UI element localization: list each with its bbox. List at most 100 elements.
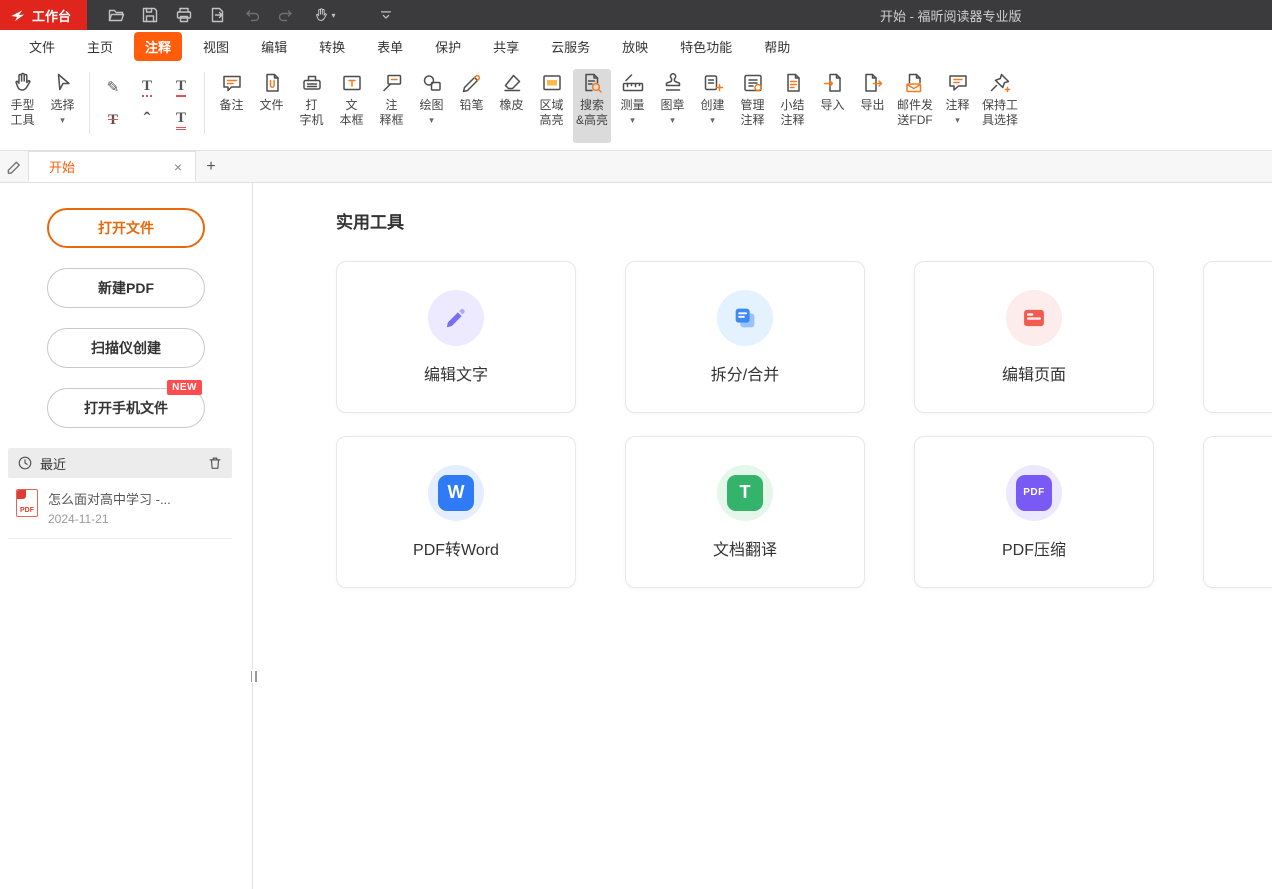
quick-access-toolbar: ▾ bbox=[99, 6, 403, 24]
chevron-down-icon: ▾ bbox=[670, 115, 675, 125]
ribbon-typewriter[interactable]: 打 字机 bbox=[293, 69, 330, 143]
doc-translate-icon: T bbox=[717, 465, 773, 521]
search-highlight-icon bbox=[580, 70, 604, 96]
ribbon-select[interactable]: 选择 ▾ bbox=[44, 69, 81, 143]
menu-home[interactable]: 主页 bbox=[76, 32, 124, 61]
menubar: 文件 主页 注释 视图 编辑 转换 表单 保护 共享 云服务 放映 特色功能 帮… bbox=[0, 30, 1272, 62]
ribbon-comment[interactable]: 注释 ▾ bbox=[939, 69, 976, 143]
insert-text-icon[interactable]: ˆ bbox=[132, 105, 162, 135]
open-file-icon[interactable] bbox=[107, 6, 125, 24]
edit-pages-icon bbox=[1006, 290, 1062, 346]
card-edit-pages[interactable]: 编辑页面 bbox=[914, 261, 1154, 413]
menu-convert[interactable]: 转换 bbox=[308, 32, 356, 61]
ribbon-file-attachment[interactable]: 文件 bbox=[253, 69, 290, 143]
menu-view[interactable]: 视图 bbox=[192, 32, 240, 61]
underline-icon[interactable]: T bbox=[166, 73, 196, 103]
ribbon-export[interactable]: 导出 bbox=[854, 69, 891, 143]
ribbon-measure[interactable]: 测量 ▾ bbox=[614, 69, 651, 143]
scanner-create-button[interactable]: 扫描仪创建 bbox=[47, 328, 205, 368]
squiggly-underline-icon[interactable]: T bbox=[132, 73, 162, 103]
export-doc-icon bbox=[861, 70, 885, 96]
new-tab-button[interactable]: + bbox=[196, 151, 226, 182]
redo-icon[interactable] bbox=[277, 6, 295, 24]
ribbon-textbox[interactable]: 文 本框 bbox=[333, 69, 370, 143]
highlight-icon[interactable]: ✎ bbox=[98, 73, 128, 103]
card-split-merge[interactable]: 拆分/合并 bbox=[625, 261, 865, 413]
ribbon-summarize-comments[interactable]: 小结 注释 bbox=[774, 69, 811, 143]
ribbon-create[interactable]: 创建 ▾ bbox=[694, 69, 731, 143]
ribbon-hand-tool[interactable]: 手型 工具 bbox=[4, 69, 41, 143]
splitter-handle[interactable] bbox=[248, 669, 259, 683]
workspace-label: 工作台 bbox=[32, 6, 71, 25]
foxit-logo-icon bbox=[10, 8, 25, 23]
callout-icon bbox=[380, 70, 404, 96]
note-bubble-icon bbox=[220, 70, 244, 96]
content-area: 打开文件 新建PDF 扫描仪创建 打开手机文件 NEW 最近 PDF 怎么面对高… bbox=[0, 183, 1272, 889]
stamp-icon bbox=[661, 70, 685, 96]
export-icon[interactable] bbox=[209, 6, 227, 24]
window-title: 开始 - 福昕阅读器专业版 bbox=[880, 0, 1022, 30]
import-icon bbox=[821, 70, 845, 96]
area-highlight-icon bbox=[540, 70, 564, 96]
ribbon-drawing[interactable]: 绘图 ▾ bbox=[413, 69, 450, 143]
tool-card-partial[interactable] bbox=[1203, 436, 1272, 588]
close-icon[interactable]: × bbox=[171, 159, 185, 175]
ribbon-divider bbox=[89, 72, 90, 134]
card-pdf-to-word[interactable]: W PDF转Word bbox=[336, 436, 576, 588]
clock-icon bbox=[17, 455, 33, 471]
ribbon-import[interactable]: 导入 bbox=[814, 69, 851, 143]
comment-bubble-icon bbox=[946, 70, 970, 96]
ribbon-keep-tool[interactable]: 保持工 具选择 bbox=[979, 69, 1021, 143]
menu-present[interactable]: 放映 bbox=[611, 32, 659, 61]
print-icon[interactable] bbox=[175, 6, 193, 24]
open-mobile-file-button[interactable]: 打开手机文件 NEW bbox=[47, 388, 205, 428]
card-doc-translate[interactable]: T 文档翻译 bbox=[625, 436, 865, 588]
new-badge: NEW bbox=[167, 380, 202, 395]
menu-form[interactable]: 表单 bbox=[366, 32, 414, 61]
main-panel: 实用工具 编辑文字 拆分/合并 bbox=[253, 183, 1272, 889]
workspace-button[interactable]: 工作台 bbox=[0, 0, 87, 30]
ribbon-search-highlight[interactable]: 搜索 &高亮 bbox=[573, 69, 611, 143]
new-pdf-button[interactable]: 新建PDF bbox=[47, 268, 205, 308]
ribbon-manage-comments[interactable]: 管理 注释 bbox=[734, 69, 771, 143]
recent-file-item[interactable]: PDF 怎么面对高中学习 -... 2024-11-21 bbox=[8, 478, 232, 539]
menu-features[interactable]: 特色功能 bbox=[669, 32, 743, 61]
ribbon-area-highlight[interactable]: 区域 高亮 bbox=[533, 69, 570, 143]
menu-share[interactable]: 共享 bbox=[482, 32, 530, 61]
trash-icon[interactable] bbox=[207, 455, 223, 471]
email-fdf-icon bbox=[903, 70, 927, 96]
open-file-button[interactable]: 打开文件 bbox=[47, 208, 205, 248]
menu-edit[interactable]: 编辑 bbox=[250, 32, 298, 61]
ribbon-eraser[interactable]: 橡皮 bbox=[493, 69, 530, 143]
tool-card-partial[interactable] bbox=[1203, 261, 1272, 413]
menu-help[interactable]: 帮助 bbox=[753, 32, 801, 61]
ribbon-note[interactable]: 备注 bbox=[213, 69, 250, 143]
app-window: 工作台 ▾ 开始 - 福昕阅读器专业版 文件 主页 注释 视图 编辑 转换 表单… bbox=[0, 0, 1272, 889]
edit-text-icon bbox=[428, 290, 484, 346]
drawing-shapes-icon bbox=[420, 70, 444, 96]
ribbon-pencil[interactable]: 铅笔 bbox=[453, 69, 490, 143]
annotation-pencil-icon[interactable] bbox=[0, 151, 28, 182]
menu-comment[interactable]: 注释 bbox=[134, 32, 182, 61]
replace-text-icon[interactable]: T bbox=[166, 105, 196, 135]
ribbon-stamp[interactable]: 图章 ▾ bbox=[654, 69, 691, 143]
menu-protect[interactable]: 保护 bbox=[424, 32, 472, 61]
document-tabbar: 开始 × + bbox=[0, 151, 1272, 183]
tab-start[interactable]: 开始 × bbox=[28, 151, 196, 182]
card-edit-text[interactable]: 编辑文字 bbox=[336, 261, 576, 413]
menu-cloud[interactable]: 云服务 bbox=[540, 32, 601, 61]
undo-icon[interactable] bbox=[243, 6, 261, 24]
ruler-icon bbox=[621, 70, 645, 96]
ribbon-email-fdf[interactable]: 邮件发 送FDF bbox=[894, 69, 936, 143]
textbox-icon bbox=[340, 70, 364, 96]
hand-mode-icon[interactable]: ▾ bbox=[311, 6, 337, 24]
strikeout-icon[interactable]: T bbox=[98, 105, 128, 135]
ribbon-callout[interactable]: 注 释框 bbox=[373, 69, 410, 143]
split-merge-icon bbox=[717, 290, 773, 346]
menu-file[interactable]: 文件 bbox=[18, 32, 66, 61]
card-pdf-compress[interactable]: PDF PDF压缩 bbox=[914, 436, 1154, 588]
customize-toolbar-icon[interactable] bbox=[377, 6, 395, 24]
chevron-down-icon: ▾ bbox=[60, 115, 65, 125]
save-icon[interactable] bbox=[141, 6, 159, 24]
tool-cards-grid: 编辑文字 拆分/合并 编辑页面 W bbox=[336, 261, 1272, 588]
